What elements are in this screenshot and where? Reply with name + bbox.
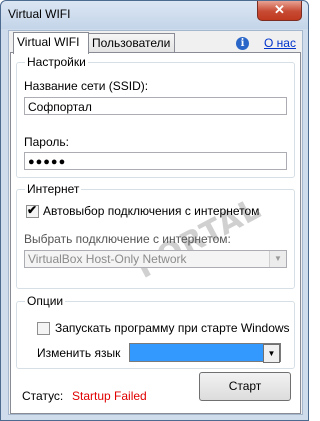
- chevron-down-icon: ▼: [263, 344, 280, 363]
- connection-select-value: VirtualBox Host-Only Network: [28, 252, 187, 266]
- ssid-input[interactable]: Софпортал: [24, 97, 287, 115]
- language-label: Изменить язык: [37, 346, 121, 360]
- start-button[interactable]: Старт: [199, 372, 291, 401]
- connection-select: VirtualBox Host-Only Network ▼: [24, 250, 287, 268]
- auto-select-checkbox[interactable]: ✔: [26, 203, 39, 218]
- options-group: Опции Запускать программу при старте Win…: [16, 294, 295, 369]
- language-select[interactable]: ▼: [129, 343, 281, 363]
- app-window: Virtual WIFI ✕ Virtual WIFI Пользователи…: [0, 0, 309, 421]
- password-input[interactable]: ●●●●●: [24, 152, 287, 170]
- status-value: Startup Failed: [72, 389, 147, 403]
- settings-group: Настройки Название сети (SSID): Софпорта…: [16, 55, 295, 178]
- ssid-label: Название сети (SSID):: [24, 79, 149, 93]
- internet-group-label: Интернет: [25, 182, 82, 196]
- startup-label: Запускать программу при старте Windows: [55, 321, 290, 335]
- close-icon: ✕: [274, 2, 285, 17]
- checkmark-icon: ✔: [27, 203, 38, 217]
- tab-virtual-wifi[interactable]: Virtual WIFI: [13, 32, 89, 54]
- client-area: Virtual WIFI Пользователи i О нас PORTAL…: [8, 30, 303, 415]
- startup-checkbox[interactable]: [37, 322, 50, 335]
- info-icon[interactable]: i: [236, 37, 249, 50]
- settings-group-label: Настройки: [25, 55, 88, 69]
- tab-users[interactable]: Пользователи: [88, 33, 175, 53]
- auto-select-label: Автовыбор подключения с интернетом: [43, 204, 260, 218]
- title-bar[interactable]: Virtual WIFI ✕: [1, 1, 308, 29]
- window-title: Virtual WIFI: [8, 7, 71, 21]
- about-link[interactable]: О нас: [264, 36, 296, 50]
- select-connection-label: Выбрать подключение с интернетом:: [24, 232, 231, 246]
- password-label: Пароль:: [24, 135, 69, 149]
- internet-group: Интернет ✔ Автовыбор подключения с интер…: [16, 182, 295, 289]
- chevron-down-icon: ▼: [269, 251, 286, 267]
- tab-page-virtual-wifi: PORTAL Настройки Название сети (SSID): С…: [10, 52, 301, 414]
- close-button[interactable]: ✕: [257, 1, 302, 21]
- options-group-label: Опции: [25, 294, 66, 308]
- status-label: Статус:: [22, 389, 64, 403]
